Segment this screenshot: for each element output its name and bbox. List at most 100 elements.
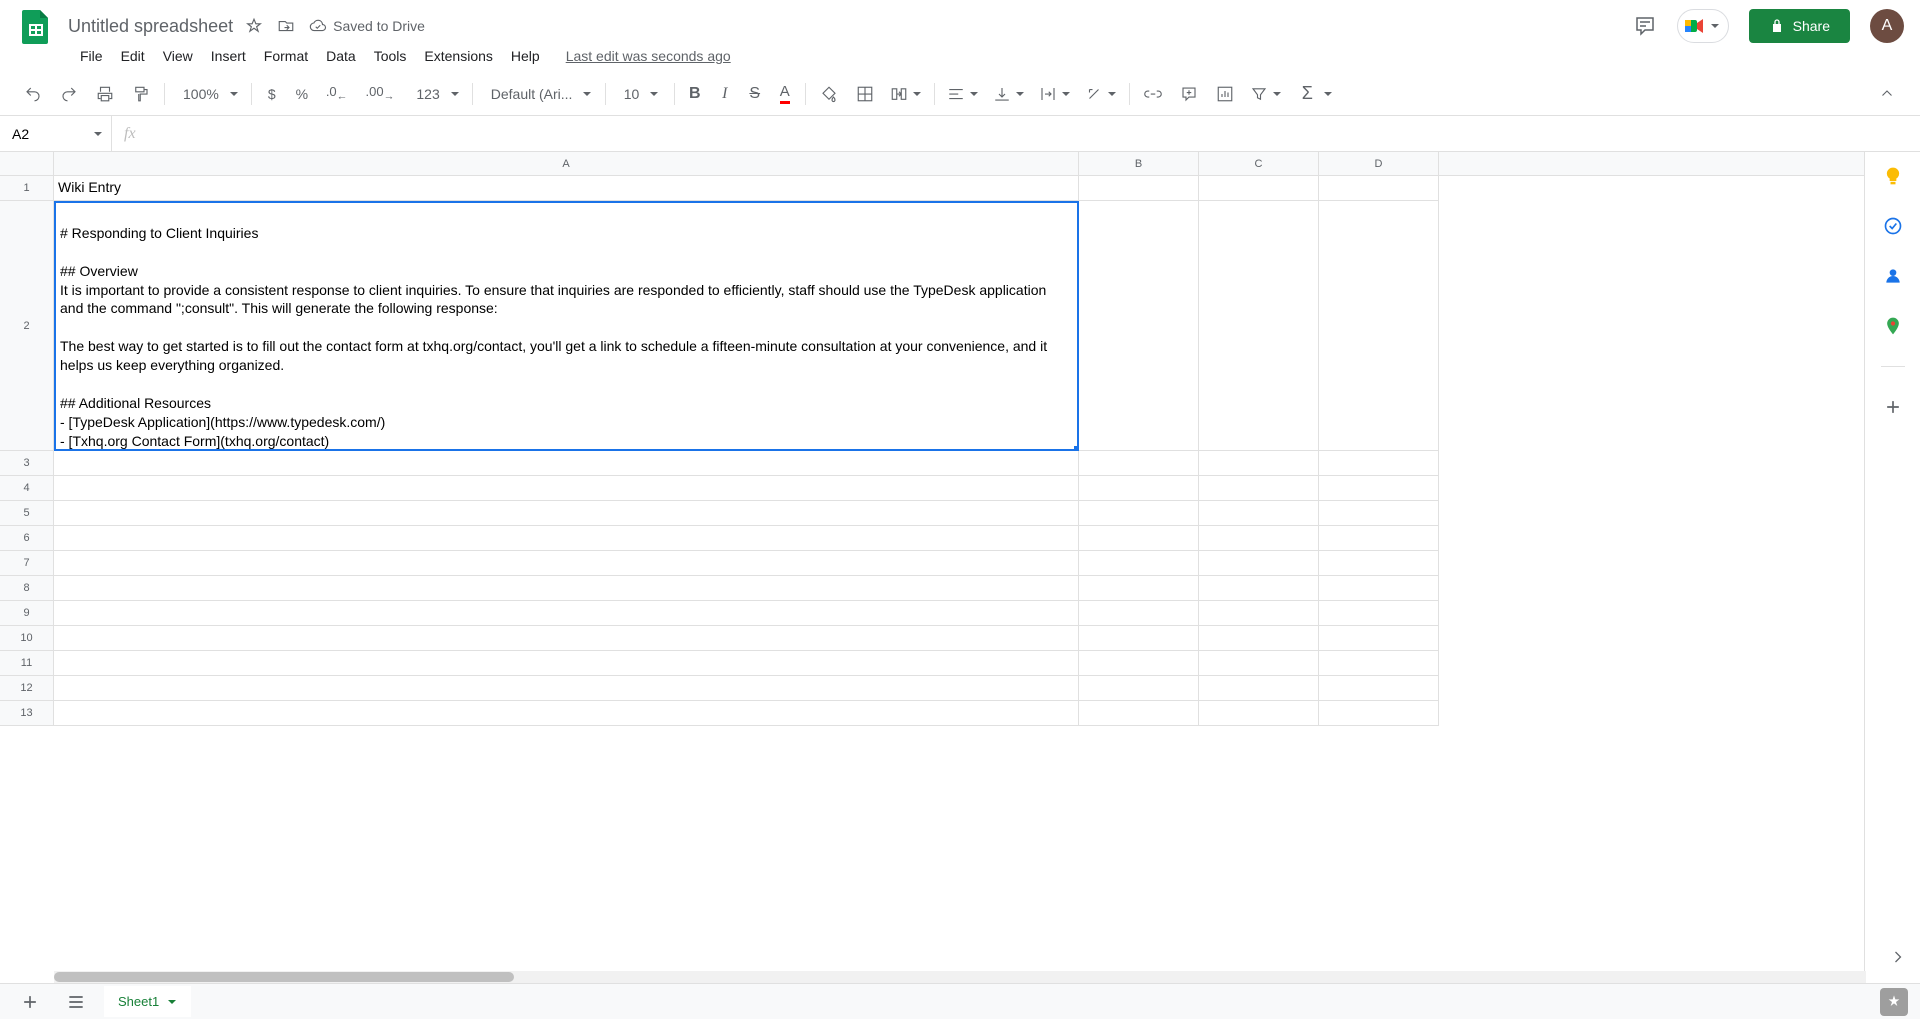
insert-link-icon[interactable] [1136, 80, 1170, 108]
cell-C7[interactable] [1199, 551, 1319, 576]
formula-input[interactable] [148, 116, 1920, 151]
merge-cells-dropdown[interactable] [884, 81, 928, 107]
document-title[interactable]: Untitled spreadsheet [68, 16, 233, 37]
print-icon[interactable] [88, 80, 122, 108]
more-formats-dropdown[interactable]: 123 [404, 82, 465, 106]
avatar[interactable]: A [1870, 9, 1904, 43]
menu-data[interactable]: Data [326, 48, 356, 64]
cell-A13[interactable] [54, 701, 1079, 726]
row-header-11[interactable]: 11 [0, 651, 54, 676]
row-header-5[interactable]: 5 [0, 501, 54, 526]
comment-history-icon[interactable] [1633, 14, 1657, 38]
wrap-dropdown[interactable] [1033, 81, 1077, 107]
italic-button[interactable]: I [711, 80, 739, 108]
cell-D8[interactable] [1319, 576, 1439, 601]
cell-D6[interactable] [1319, 526, 1439, 551]
cell-C10[interactable] [1199, 626, 1319, 651]
cell-B11[interactable] [1079, 651, 1199, 676]
cell-B4[interactable] [1079, 476, 1199, 501]
cell-A9[interactable] [54, 601, 1079, 626]
cell-B2[interactable] [1079, 201, 1199, 451]
functions-dropdown[interactable]: Σ [1290, 79, 1339, 108]
row-header-10[interactable]: 10 [0, 626, 54, 651]
col-header-D[interactable]: D [1319, 152, 1439, 175]
cell-A12[interactable] [54, 676, 1079, 701]
cell-A2[interactable]: # Responding to Client Inquiries ## Over… [54, 201, 1079, 451]
cell-C3[interactable] [1199, 451, 1319, 476]
insert-comment-icon[interactable] [1172, 80, 1206, 108]
row-header-1[interactable]: 1 [0, 176, 54, 201]
bold-button[interactable]: B [681, 80, 709, 108]
select-all-corner[interactable] [0, 152, 54, 175]
horizontal-scrollbar[interactable] [54, 971, 1866, 983]
insert-chart-icon[interactable] [1208, 80, 1242, 108]
h-align-dropdown[interactable] [941, 81, 985, 107]
cell-B8[interactable] [1079, 576, 1199, 601]
sheet-tab[interactable]: Sheet1 [104, 986, 191, 1017]
fill-color-button[interactable] [812, 80, 846, 108]
tasks-icon[interactable] [1883, 216, 1903, 236]
filter-dropdown[interactable] [1244, 81, 1288, 107]
strikethrough-button[interactable]: S [741, 80, 769, 108]
all-sheets-icon[interactable] [58, 988, 94, 1016]
cell-A10[interactable] [54, 626, 1079, 651]
cell-A4[interactable] [54, 476, 1079, 501]
borders-button[interactable] [848, 80, 882, 108]
percent-button[interactable]: % [288, 80, 316, 108]
row-header-2[interactable]: 2 [0, 201, 54, 451]
menu-file[interactable]: File [80, 48, 103, 64]
row-header-4[interactable]: 4 [0, 476, 54, 501]
meet-button[interactable] [1677, 9, 1729, 43]
cell-B10[interactable] [1079, 626, 1199, 651]
cell-A7[interactable] [54, 551, 1079, 576]
cell-C4[interactable] [1199, 476, 1319, 501]
star-icon[interactable] [245, 17, 263, 35]
col-header-B[interactable]: B [1079, 152, 1199, 175]
cell-C8[interactable] [1199, 576, 1319, 601]
cell-C1[interactable] [1199, 176, 1319, 201]
name-box[interactable]: A2 [0, 116, 112, 151]
increase-decimal-button[interactable]: .00→ [357, 80, 402, 108]
cell-B12[interactable] [1079, 676, 1199, 701]
cell-D9[interactable] [1319, 601, 1439, 626]
cell-D10[interactable] [1319, 626, 1439, 651]
v-align-dropdown[interactable] [987, 81, 1031, 107]
zoom-dropdown[interactable]: 100% [171, 82, 245, 106]
cell-C5[interactable] [1199, 501, 1319, 526]
decrease-decimal-button[interactable]: .0← [318, 80, 356, 108]
row-header-12[interactable]: 12 [0, 676, 54, 701]
cell-A3[interactable] [54, 451, 1079, 476]
text-color-button[interactable]: A [771, 80, 799, 108]
cell-D13[interactable] [1319, 701, 1439, 726]
font-size-dropdown[interactable]: 10 [612, 82, 668, 106]
cell-C6[interactable] [1199, 526, 1319, 551]
menu-tools[interactable]: Tools [374, 48, 407, 64]
row-header-13[interactable]: 13 [0, 701, 54, 726]
cell-D11[interactable] [1319, 651, 1439, 676]
col-header-C[interactable]: C [1199, 152, 1319, 175]
paint-format-icon[interactable] [124, 80, 158, 108]
cell-B13[interactable] [1079, 701, 1199, 726]
add-addon-icon[interactable] [1883, 397, 1903, 417]
cell-C11[interactable] [1199, 651, 1319, 676]
undo-icon[interactable] [16, 80, 50, 108]
saved-status[interactable]: Saved to Drive [309, 17, 425, 35]
cell-B9[interactable] [1079, 601, 1199, 626]
cell-D3[interactable] [1319, 451, 1439, 476]
row-header-9[interactable]: 9 [0, 601, 54, 626]
add-sheet-icon[interactable] [12, 988, 48, 1016]
cell-D12[interactable] [1319, 676, 1439, 701]
last-edit-link[interactable]: Last edit was seconds ago [566, 48, 731, 64]
cell-A5[interactable] [54, 501, 1079, 526]
show-side-panel-icon[interactable] [1888, 947, 1908, 967]
font-dropdown[interactable]: Default (Ari... [479, 82, 599, 106]
menu-insert[interactable]: Insert [211, 48, 246, 64]
contacts-icon[interactable] [1883, 266, 1903, 286]
cell-B6[interactable] [1079, 526, 1199, 551]
menu-extensions[interactable]: Extensions [424, 48, 492, 64]
sheets-logo[interactable] [16, 6, 56, 46]
row-header-8[interactable]: 8 [0, 576, 54, 601]
cell-D1[interactable] [1319, 176, 1439, 201]
cell-C9[interactable] [1199, 601, 1319, 626]
menu-edit[interactable]: Edit [121, 48, 145, 64]
